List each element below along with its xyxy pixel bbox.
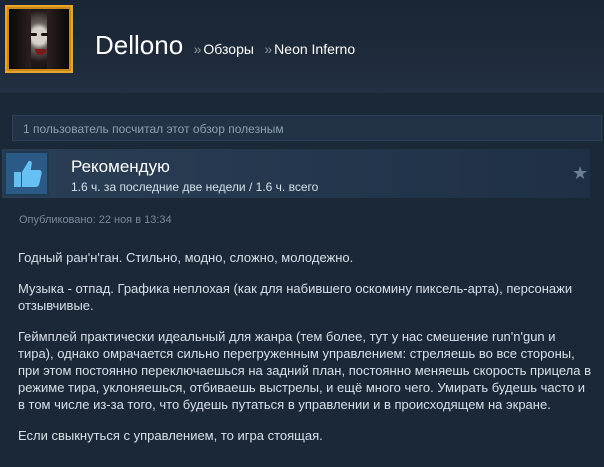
recommendation-title[interactable]: Рекомендую [71,157,170,177]
review-body: Годный ран'н'ган. Стильно, модно, сложно… [18,249,593,458]
review-paragraph: Геймплей практически идеальный для жанра… [18,329,591,412]
thumbs-up-icon [4,151,49,196]
posted-date: Опубликовано: 22 ноя в 13:34 [19,214,172,226]
breadcrumb: Dellono » Обзоры » Neon Inferno [95,30,355,61]
breadcrumb-separator: » [193,41,202,57]
profile-header: Dellono » Обзоры » Neon Inferno [0,0,604,93]
playtime-hours: 1.6 ч. за последние две недели / 1.6 ч. … [71,180,319,194]
helpful-text: 1 пользователь посчитал этот обзор полез… [23,122,284,136]
breadcrumb-user-link[interactable]: Dellono [95,30,183,60]
review-paragraph: Музыка - отпад. Графика неплохая (как дл… [18,281,573,313]
helpful-banner: 1 пользователь посчитал этот обзор полез… [12,115,602,141]
review-paragraph: Годный ран'н'ган. Стильно, модно, сложно… [18,250,354,265]
star-icon[interactable]: ★ [572,164,588,182]
breadcrumb-separator: » [264,41,273,57]
breadcrumb-reviews-link[interactable]: Обзоры [203,41,254,57]
review-paragraph: Если свыкнуться с управлением, то игра с… [18,428,323,443]
avatar[interactable] [5,5,73,73]
avatar-image [9,9,69,69]
breadcrumb-game-link[interactable]: Neon Inferno [274,41,355,57]
